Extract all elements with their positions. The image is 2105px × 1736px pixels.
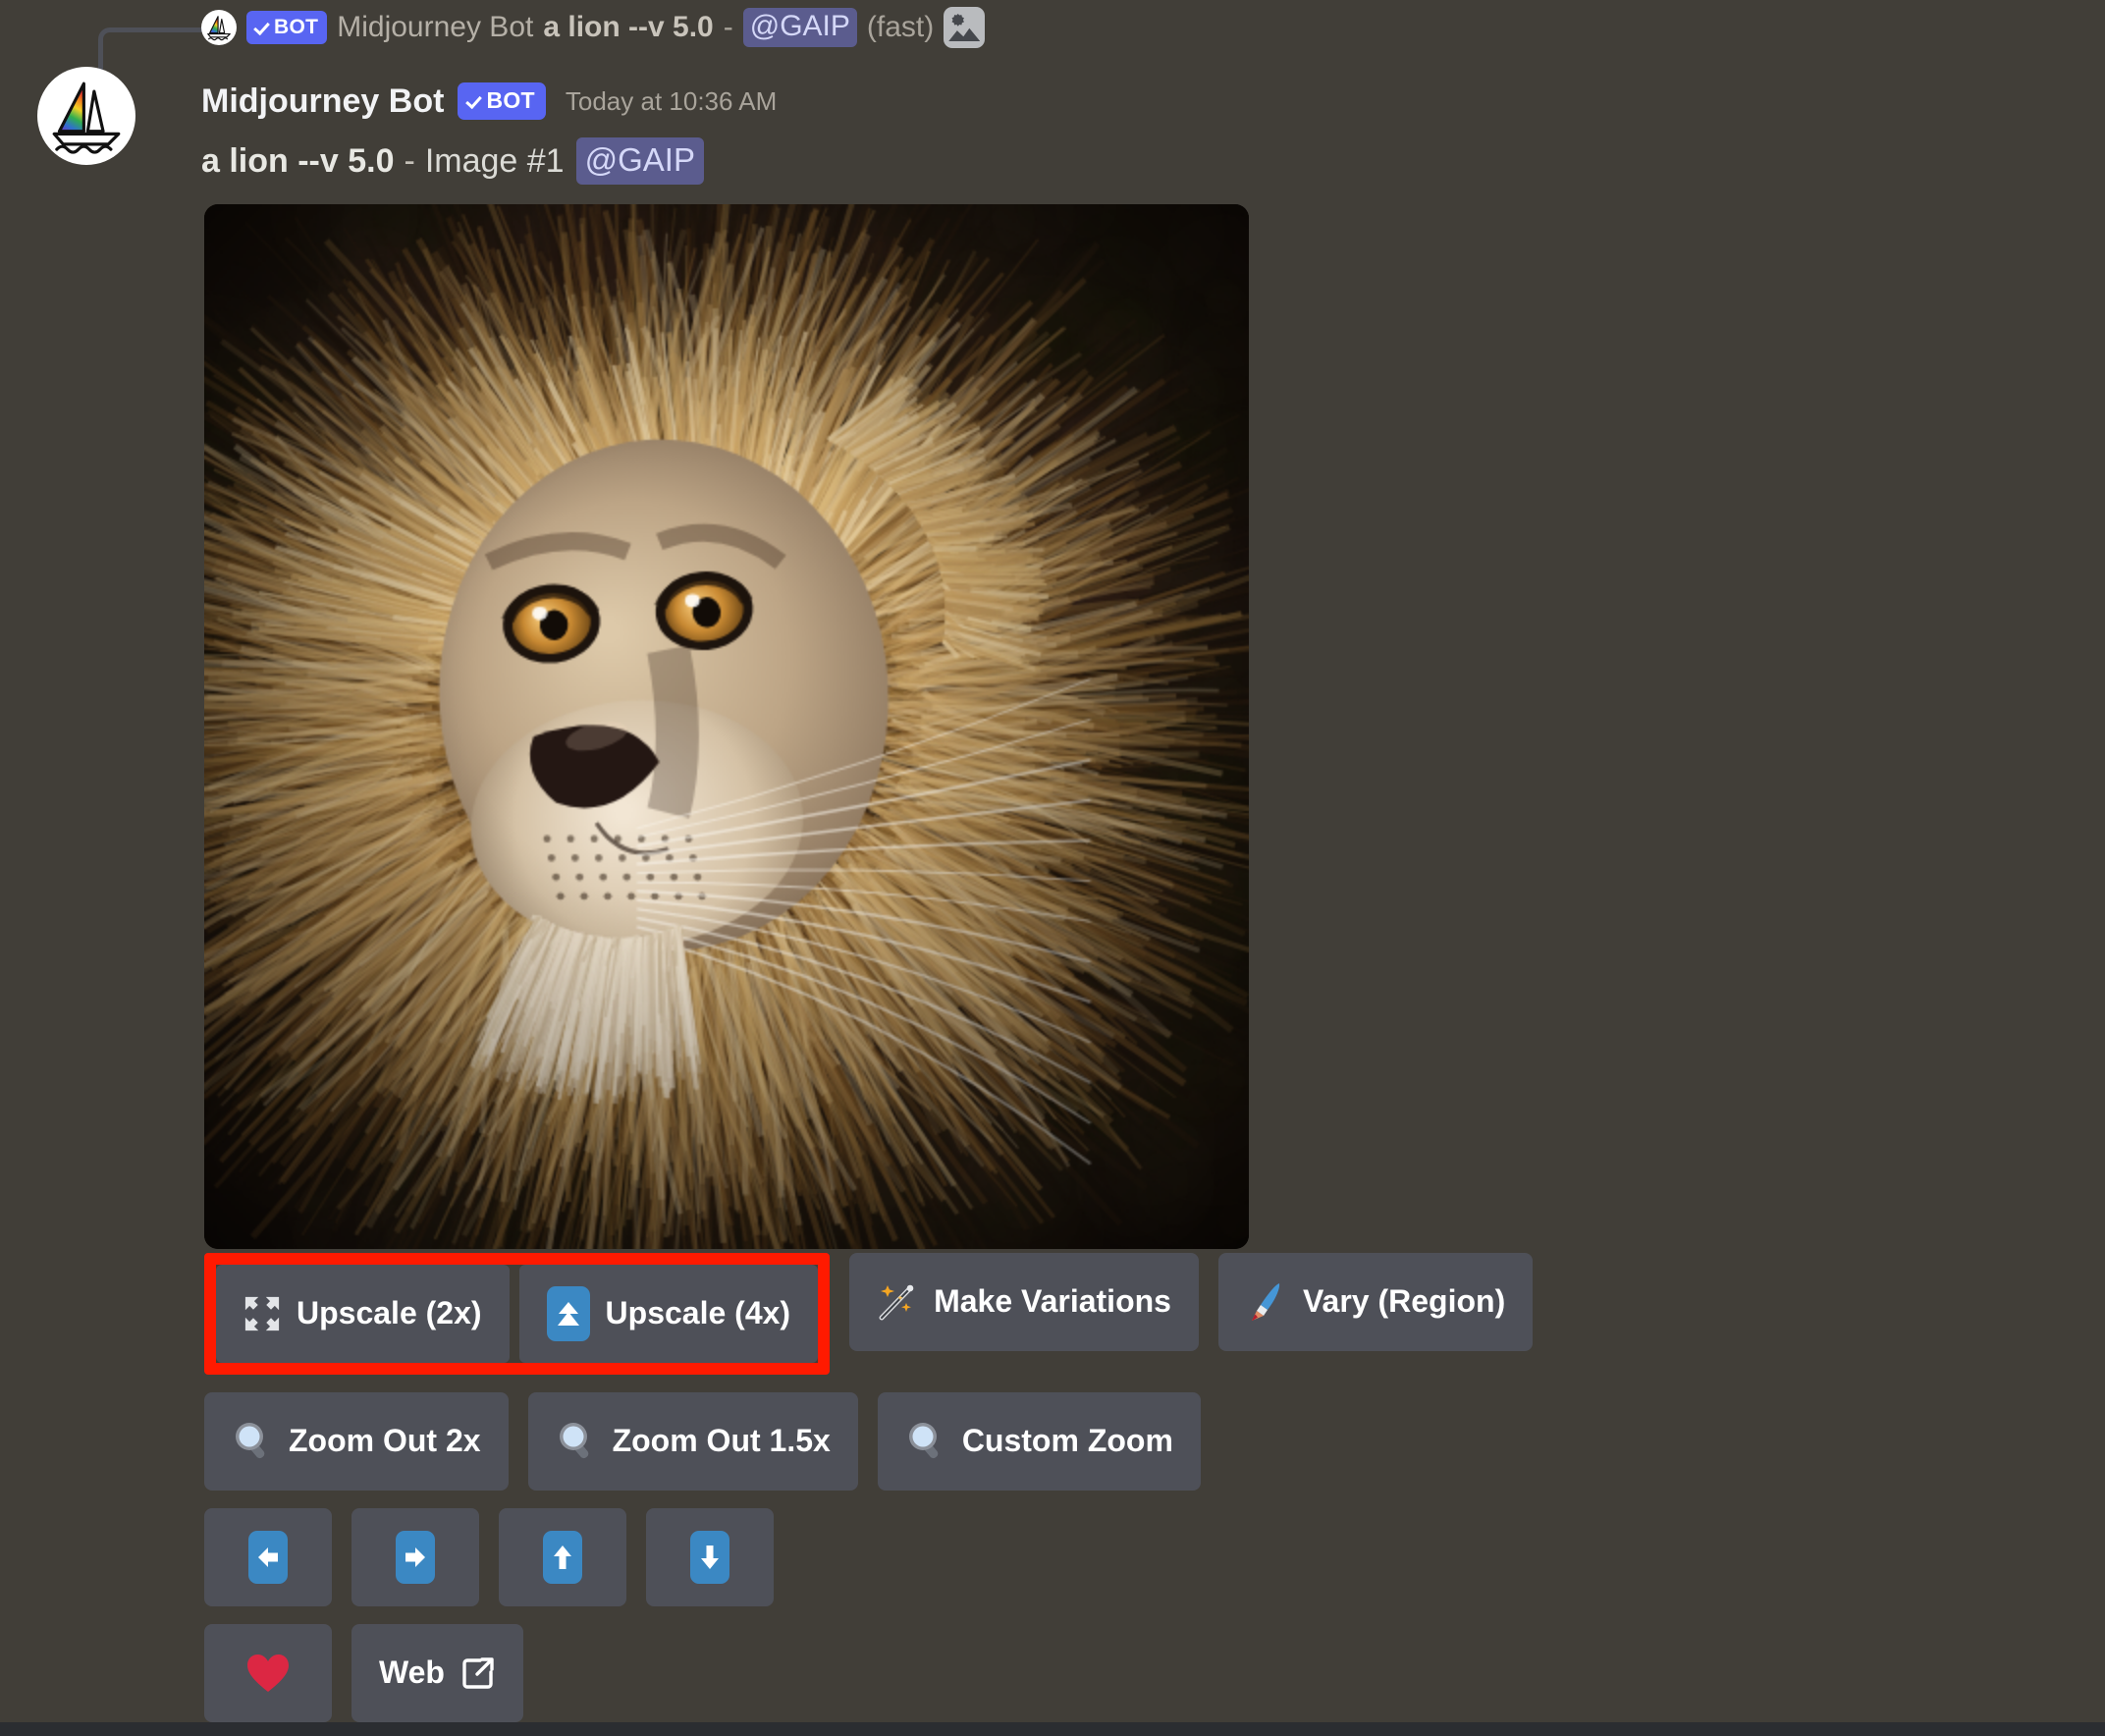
custom-zoom-button[interactable]: Custom Zoom bbox=[878, 1392, 1201, 1491]
heart-icon bbox=[244, 1652, 292, 1695]
button-row-2: Zoom Out 2x Zoom Out 1.5x bbox=[204, 1392, 2021, 1491]
make-variations-button[interactable]: Make Variations bbox=[849, 1253, 1199, 1351]
pan-down-button[interactable] bbox=[646, 1508, 774, 1606]
arrow-up-icon bbox=[543, 1531, 582, 1584]
reply-text: Midjourney Bot a lion --v 5.0 - @GAIP (f… bbox=[337, 8, 934, 47]
zoom-out-1-5x-label: Zoom Out 1.5x bbox=[613, 1425, 831, 1456]
reply-dash: - bbox=[724, 11, 733, 44]
bottom-strip bbox=[0, 1722, 2105, 1736]
vary-region-button[interactable]: Vary (Region) bbox=[1218, 1253, 1533, 1351]
midjourney-avatar[interactable] bbox=[37, 67, 135, 165]
magic-wand-icon bbox=[877, 1281, 918, 1323]
reply-bot-badge-label: BOT bbox=[274, 17, 318, 37]
upscale-highlight: Upscale (2x) Upscale (4x) bbox=[204, 1253, 830, 1375]
message-author-name[interactable]: Midjourney Bot bbox=[201, 84, 444, 118]
external-link-icon bbox=[460, 1655, 496, 1691]
upscale-2x-label: Upscale (2x) bbox=[297, 1297, 482, 1329]
message-header: Midjourney Bot BOT Today at 10:36 AM bbox=[201, 81, 777, 122]
reply-reference-bar[interactable]: BOT Midjourney Bot a lion --v 5.0 - @GAI… bbox=[0, 0, 2105, 57]
reply-mention[interactable]: @GAIP bbox=[743, 8, 857, 47]
discord-message-view: BOT Midjourney Bot a lion --v 5.0 - @GAI… bbox=[0, 0, 2105, 1736]
verified-check-icon bbox=[253, 19, 270, 35]
pan-left-button[interactable] bbox=[204, 1508, 332, 1606]
pan-up-button[interactable] bbox=[499, 1508, 626, 1606]
message-mention[interactable]: @GAIP bbox=[576, 137, 704, 185]
generated-image-attachment[interactable] bbox=[204, 204, 1249, 1249]
arrow-down-icon bbox=[690, 1531, 729, 1584]
message-bot-badge: BOT bbox=[458, 82, 545, 120]
reply-bot-badge: BOT bbox=[246, 11, 327, 44]
button-row-1: Upscale (2x) Upscale (4x) bbox=[204, 1253, 2021, 1375]
zoom-out-1-5x-button[interactable]: Zoom Out 1.5x bbox=[528, 1392, 858, 1491]
reply-speed-label: (fast) bbox=[867, 11, 934, 44]
blue-up-arrow-icon bbox=[547, 1286, 590, 1341]
expand-arrows-icon bbox=[243, 1295, 281, 1332]
make-variations-label: Make Variations bbox=[934, 1285, 1171, 1317]
verified-check-icon bbox=[465, 92, 482, 109]
magnifying-glass-icon bbox=[905, 1420, 946, 1463]
web-button[interactable]: Web bbox=[351, 1624, 523, 1722]
image-icon-mountain bbox=[948, 25, 980, 41]
vary-region-label: Vary (Region) bbox=[1303, 1285, 1505, 1317]
reply-author-name: Midjourney Bot bbox=[337, 11, 533, 44]
upscale-4x-button[interactable]: Upscale (4x) bbox=[519, 1265, 819, 1363]
paintbrush-icon bbox=[1246, 1280, 1287, 1324]
midjourney-action-buttons: Upscale (2x) Upscale (4x) bbox=[204, 1253, 2021, 1736]
zoom-out-2x-label: Zoom Out 2x bbox=[289, 1425, 481, 1456]
button-row-3 bbox=[204, 1508, 2021, 1606]
reply-reference-content[interactable]: BOT Midjourney Bot a lion --v 5.0 - @GAI… bbox=[201, 4, 985, 51]
message-timestamp: Today at 10:36 AM bbox=[566, 88, 777, 114]
button-row-4: Web bbox=[204, 1624, 2021, 1722]
image-icon bbox=[944, 7, 985, 48]
message-prompt-text: a lion --v 5.0 bbox=[201, 142, 395, 181]
message-bot-badge-label: BOT bbox=[486, 89, 534, 112]
upscale-4x-label: Upscale (4x) bbox=[606, 1297, 791, 1329]
reply-prompt-text: a lion --v 5.0 bbox=[543, 11, 713, 44]
custom-zoom-label: Custom Zoom bbox=[962, 1425, 1173, 1456]
pan-right-button[interactable] bbox=[351, 1508, 479, 1606]
upscale-2x-button[interactable]: Upscale (2x) bbox=[216, 1265, 510, 1363]
message-separator: - bbox=[395, 142, 425, 181]
magnifying-glass-icon bbox=[556, 1420, 597, 1463]
zoom-out-2x-button[interactable]: Zoom Out 2x bbox=[204, 1392, 509, 1491]
web-label: Web bbox=[379, 1656, 445, 1688]
message-image-label: Image #1 bbox=[425, 142, 565, 181]
favorite-button[interactable] bbox=[204, 1624, 332, 1722]
midjourney-avatar-small bbox=[201, 10, 237, 45]
image-icon-sun bbox=[951, 14, 964, 27]
message-body: a lion --v 5.0 - Image #1 @GAIP bbox=[201, 137, 704, 185]
reply-spine-line bbox=[98, 27, 208, 73]
lion-portrait-image[interactable] bbox=[204, 204, 1249, 1249]
arrow-left-icon bbox=[248, 1531, 288, 1584]
magnifying-glass-icon bbox=[232, 1420, 273, 1463]
arrow-right-icon bbox=[396, 1531, 435, 1584]
